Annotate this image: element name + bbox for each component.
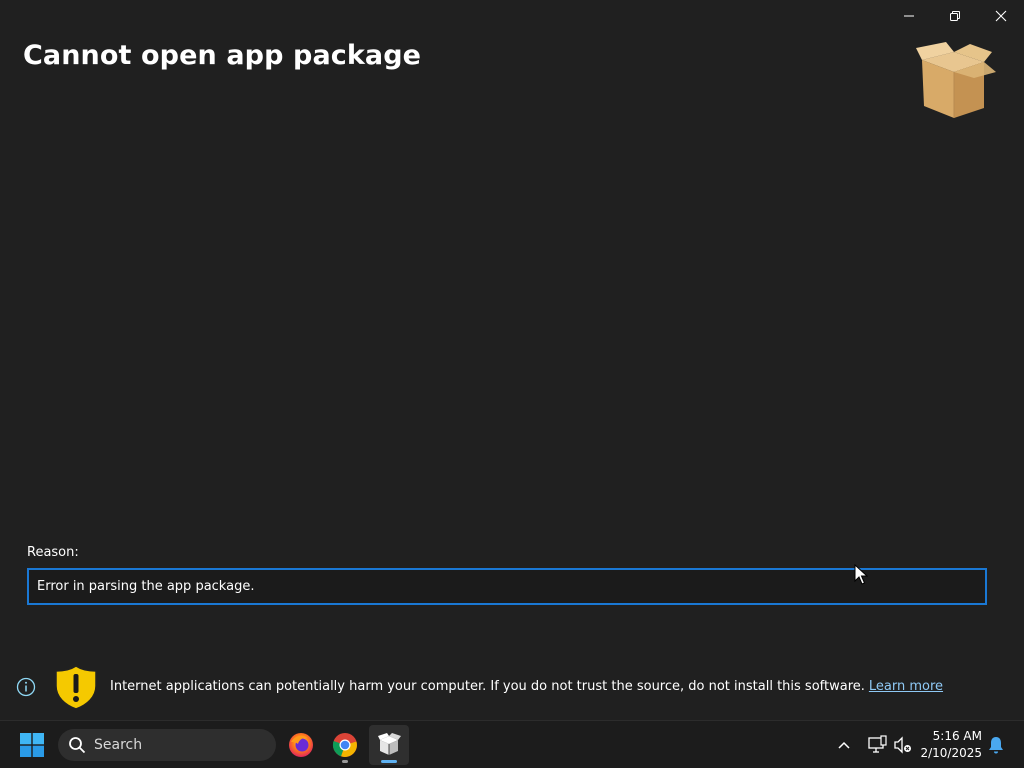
search-input[interactable] (94, 737, 264, 753)
reason-text-field[interactable]: Error in parsing the app package. (27, 568, 987, 605)
search-icon (69, 737, 86, 754)
start-button[interactable] (14, 729, 50, 761)
minimize-icon (904, 15, 914, 17)
close-icon (995, 10, 1007, 22)
close-button[interactable] (978, 0, 1024, 32)
shield-warning-icon (55, 665, 97, 710)
taskbar-app-chrome[interactable] (325, 725, 365, 765)
maximize-button[interactable] (932, 0, 978, 32)
warning-text: Internet applications can potentially ha… (110, 679, 865, 694)
taskbar-app-firefox[interactable] (281, 725, 321, 765)
package-box-icon (916, 42, 996, 118)
page-title: Cannot open app package (23, 40, 422, 71)
restore-icon (950, 11, 960, 21)
reason-label: Reason: (27, 545, 79, 560)
app-installer-window: Cannot open app package Reason: Error in… (0, 0, 1024, 720)
volume-muted-icon[interactable] (892, 734, 914, 756)
clock-time: 5:16 AM (932, 729, 982, 743)
app-installer-icon (378, 733, 401, 755)
clock-date: 2/10/2025 (920, 746, 982, 760)
app-active-indicator (381, 760, 397, 763)
windows-logo-icon (20, 733, 44, 757)
taskbar-app-installer[interactable] (369, 725, 409, 765)
chevron-up-icon[interactable] (834, 735, 854, 755)
caption-buttons (886, 0, 1024, 32)
notification-bell-icon[interactable] (987, 735, 1005, 755)
warning-message: Internet applications can potentially ha… (110, 679, 943, 694)
minimize-button[interactable] (886, 0, 932, 32)
app-running-indicator (342, 760, 348, 763)
reason-value: Error in parsing the app package. (37, 579, 255, 594)
taskbar-search[interactable] (58, 729, 276, 761)
learn-more-link[interactable]: Learn more (869, 679, 943, 694)
system-clock[interactable]: 5:16 AM 2/10/2025 (920, 728, 982, 762)
mouse-cursor-icon (854, 564, 868, 585)
chrome-icon (332, 733, 357, 757)
security-warning: Internet applications can potentially ha… (0, 660, 1024, 714)
network-icon[interactable] (866, 734, 888, 756)
info-icon[interactable] (16, 677, 36, 697)
firefox-icon (289, 733, 313, 757)
taskbar: 5:16 AM 2/10/2025 (0, 720, 1024, 768)
